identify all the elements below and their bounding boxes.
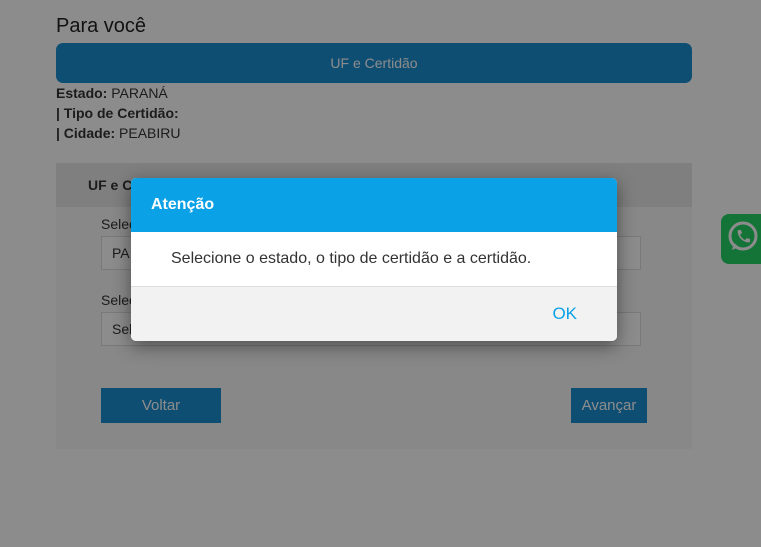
dialog-title: Atenção [151,196,215,213]
alert-dialog: Atenção Selecione o estado, o tipo de ce… [131,178,617,341]
dialog-body: Selecione o estado, o tipo de certidão e… [131,232,617,286]
dialog-message: Selecione o estado, o tipo de certidão e… [171,250,532,267]
ok-button[interactable]: OK [552,298,577,330]
dialog-footer: OK [131,286,617,341]
dialog-header: Atenção [131,178,617,232]
